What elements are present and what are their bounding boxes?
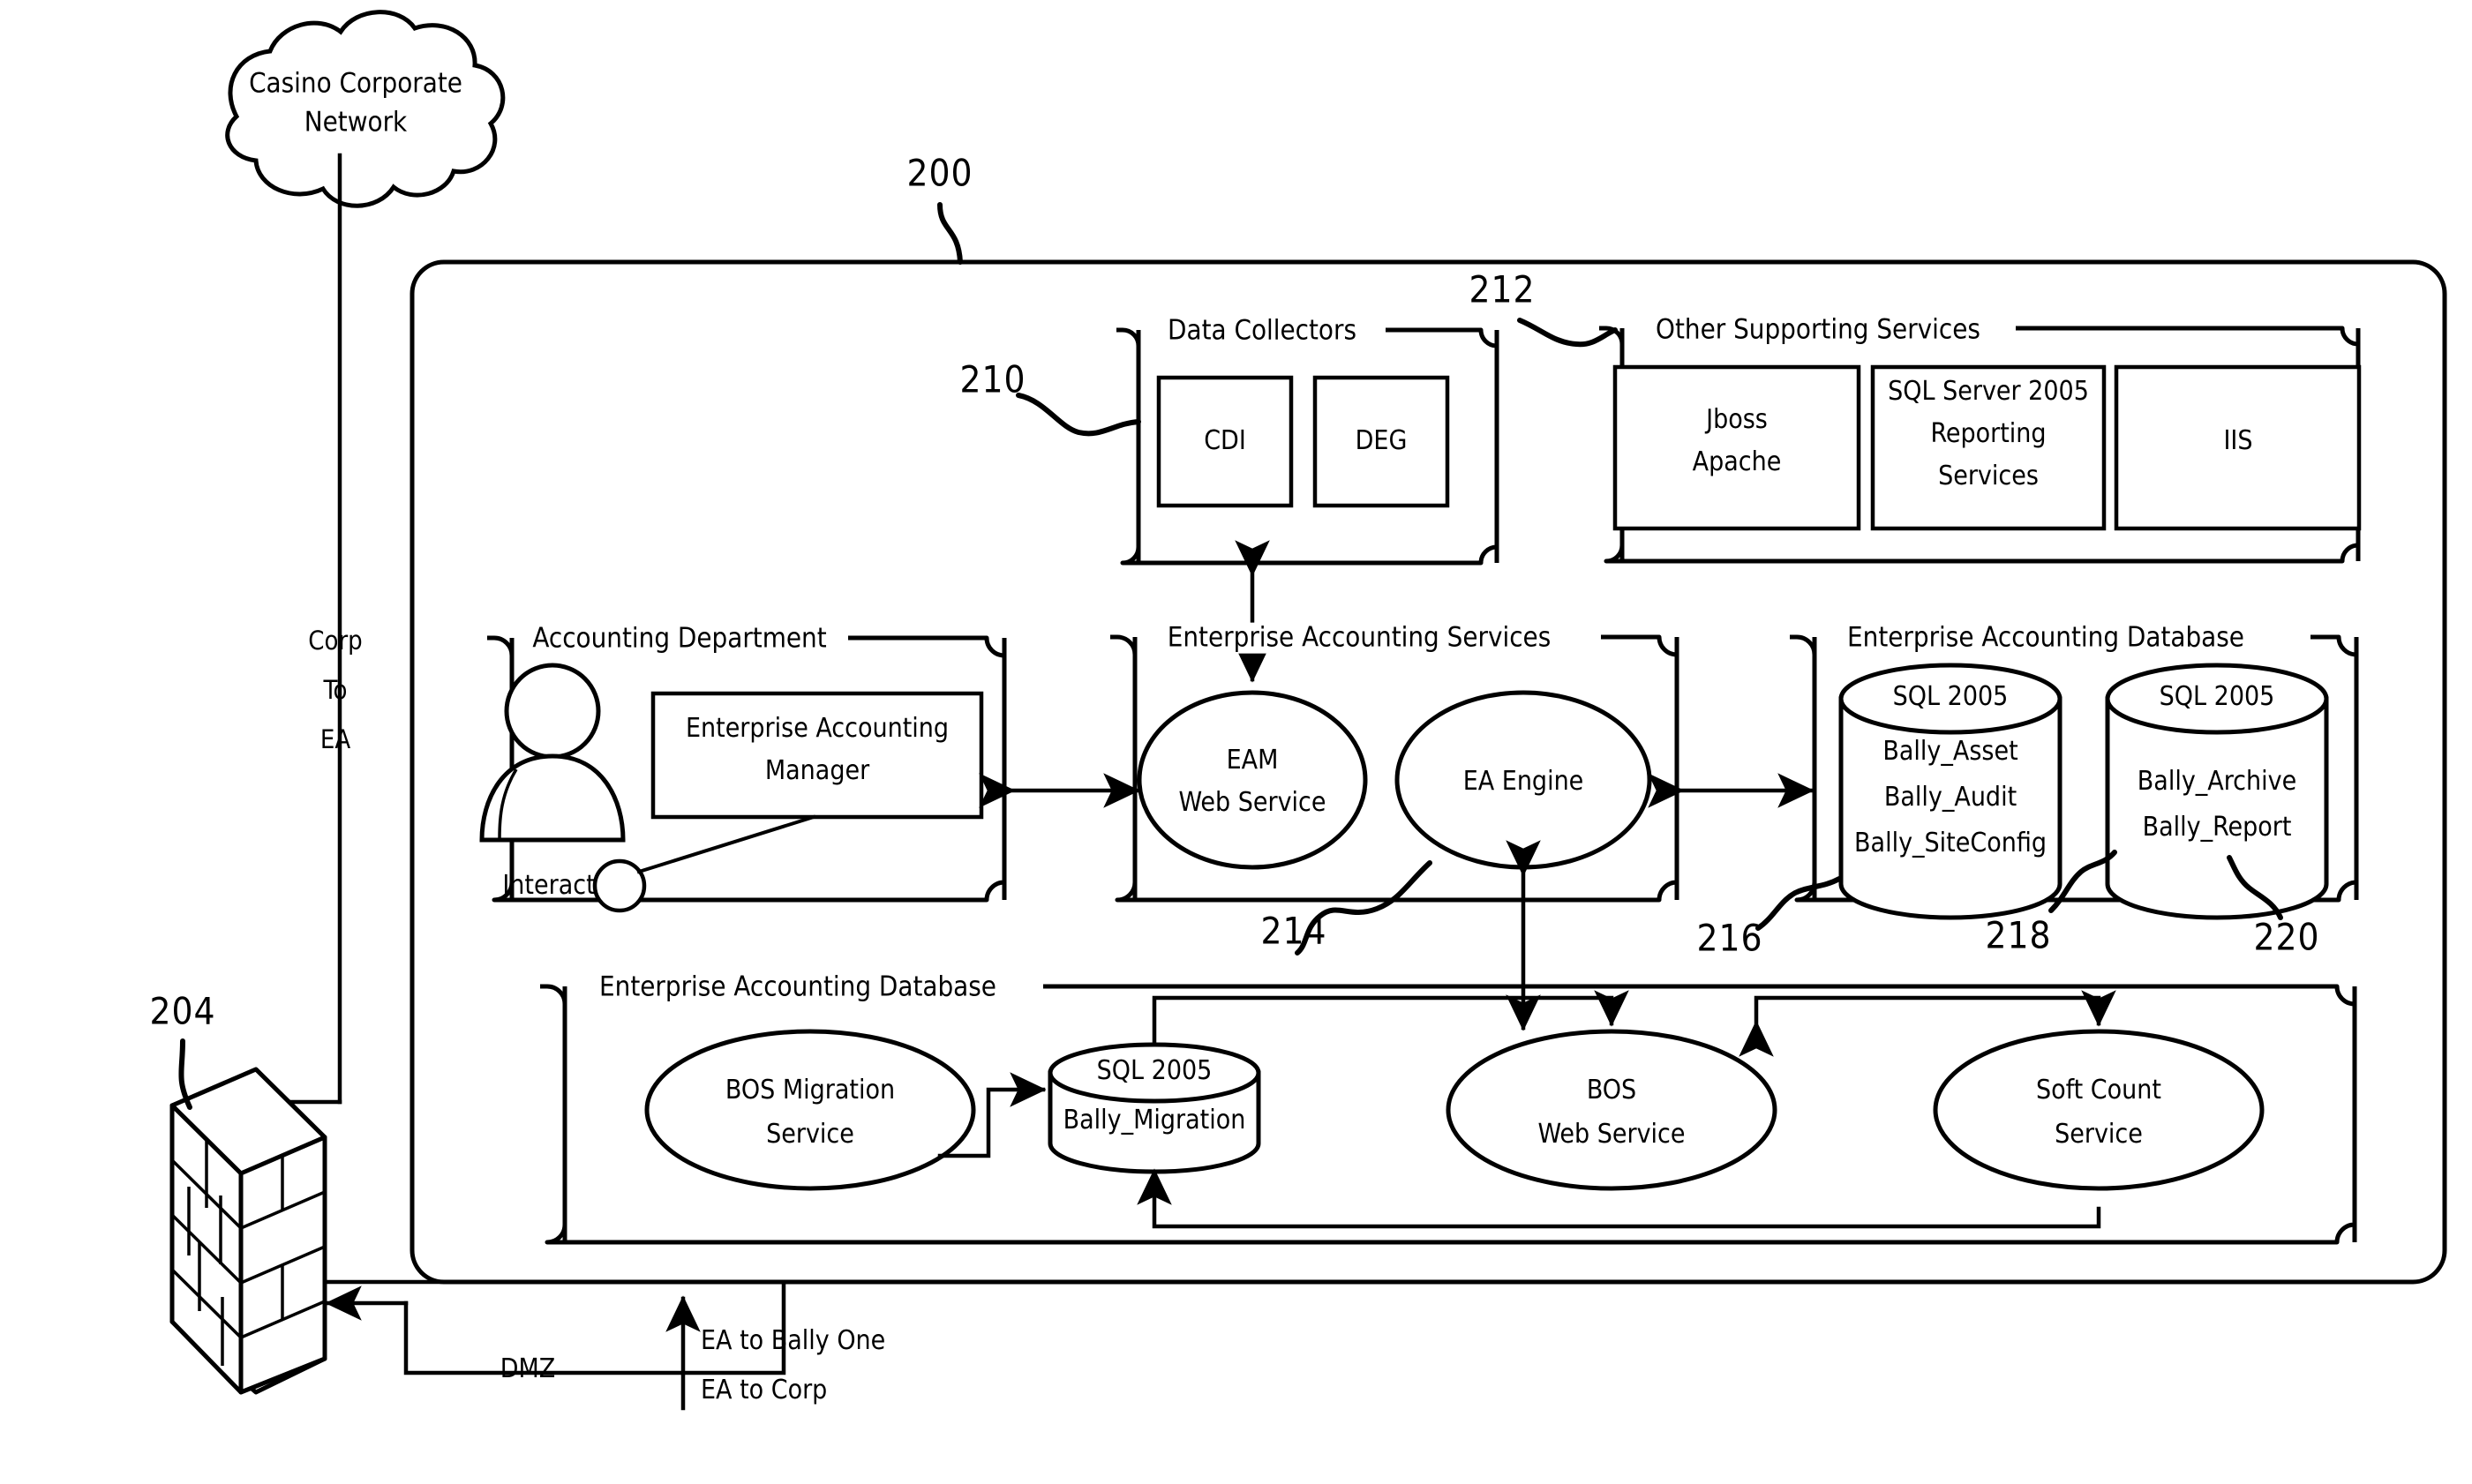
label-ea-engine[interactable]: EA Engine [1463,767,1584,797]
corp-to-ea-line2: To [323,674,348,705]
node-eam-web-service [1137,690,1368,870]
ref-218-label: 218 [1985,913,2052,957]
label-bos-web-service-l1[interactable]: BOS [1587,1076,1636,1106]
label-eam-web-service-l2[interactable]: Web Service [1178,788,1326,818]
group-title-data-collectors: Data Collectors [1159,315,1365,347]
label-bally-report[interactable]: Bally_Report [2143,813,2292,843]
ref-200-leader [937,202,963,265]
label-iis[interactable]: IIS [2223,426,2252,456]
ref-216-label: 216 [1696,916,1763,960]
label-bally-archive[interactable]: Bally_Archive [2138,767,2296,797]
group-title-ea-database-right: Enterprise Accounting Database [1838,622,2253,654]
label-enterprise-accounting-manager-l1[interactable]: Enterprise Accounting [686,714,949,744]
label-bally-migration[interactable]: Bally_Migration [1063,1106,1246,1135]
ref-212-label: 212 [1469,267,1536,311]
group-title-enterprise-accounting-services: Enterprise Accounting Services [1158,622,1560,654]
label-bos-web-service-l2[interactable]: Web Service [1537,1120,1685,1150]
label-deg[interactable]: DEG [1356,426,1408,456]
label-cdi[interactable]: CDI [1204,426,1246,456]
node-bos-migration-service [644,1029,976,1191]
label-sql-server-2005[interactable]: SQL Server 2005 [1888,377,2089,407]
ref-210-label: 210 [959,357,1026,401]
label-apache[interactable]: Apache [1693,447,1782,477]
cloud-label-line2: Network [304,106,408,139]
group-title-ea-database-bottom: Enterprise Accounting Database [590,971,1005,1003]
label-soft-count-l2[interactable]: Service [2055,1120,2143,1150]
figure-canvas: Casino Corporate Network Corp To EA 200 … [0,0,2472,1484]
label-bally-migration-header[interactable]: SQL 2005 [1097,1056,1213,1086]
label-ea-to-corp: EA to Corp [701,1375,828,1406]
label-enterprise-accounting-manager-l2[interactable]: Manager [765,756,869,786]
ref-220-label: 220 [2253,915,2320,959]
firewall-icon [169,1067,327,1395]
ref-204-label: 204 [149,989,216,1033]
label-bos-migration-l2[interactable]: Service [766,1120,854,1150]
ref-204-leader [178,1038,192,1110]
label-ea-to-bally-one: EA to Bally One [701,1325,886,1357]
corp-to-ea-line1: Corp [308,625,363,656]
label-db1-header[interactable]: SQL 2005 [1893,682,2009,712]
label-bally-audit[interactable]: Bally_Audit [1884,783,2017,813]
label-bally-siteconfig[interactable]: Bally_SiteConfig [1854,828,2047,858]
diagram-vector-layer [169,10,2447,1411]
label-bos-migration-l1[interactable]: BOS Migration [725,1076,895,1106]
label-reporting[interactable]: Reporting [1930,419,2046,449]
label-bally-asset[interactable]: Bally_Asset [1882,737,2017,767]
label-dmz: DMZ [500,1353,556,1385]
label-services[interactable]: Services [1938,461,2039,491]
label-db2-header[interactable]: SQL 2005 [2160,682,2275,712]
label-soft-count-l1[interactable]: Soft Count [2036,1076,2161,1106]
node-soft-count-service [1933,1029,2265,1191]
corp-to-ea-line3: EA [319,723,351,754]
node-bos-web-service [1446,1029,1777,1191]
ref-200-label: 200 [906,151,973,195]
group-title-accounting-department: Accounting Department [523,623,836,655]
group-title-other-supporting-services: Other Supporting Services [1647,314,1989,346]
label-interact: Interact [502,870,596,902]
label-eam-web-service-l1[interactable]: EAM [1227,746,1279,776]
ref-214-label: 214 [1260,909,1327,953]
interact-port-icon [592,858,647,913]
cloud-label-line1: Casino Corporate [249,67,462,100]
label-jboss[interactable]: Jboss [1706,405,1768,435]
